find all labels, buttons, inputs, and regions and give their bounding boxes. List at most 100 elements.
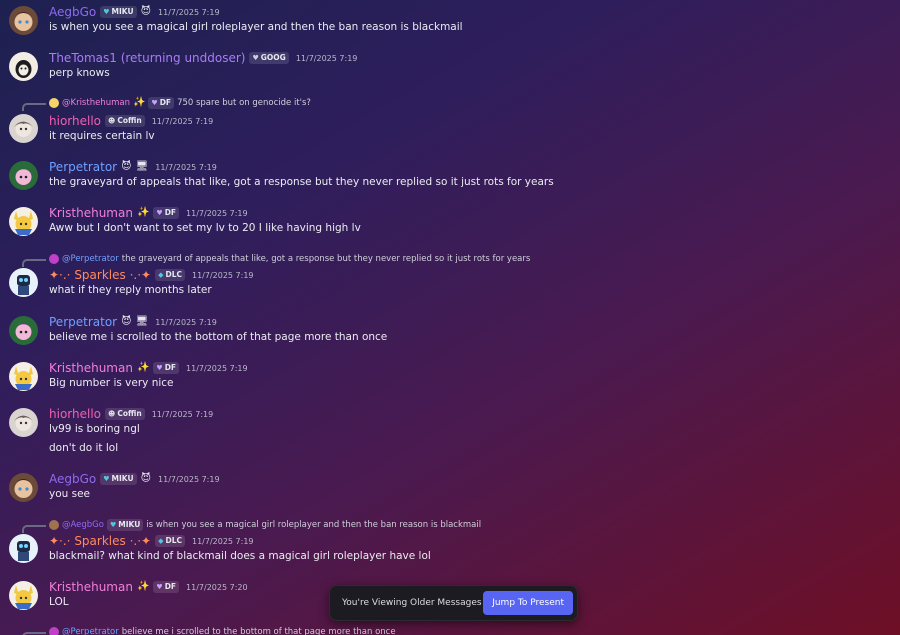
username[interactable]: Perpetrator [49,314,117,330]
message-text: what if they reply months later [49,284,212,296]
message-list: AegbGo ♥ MIKU 😈 11/7/2025 7:19 is when yo… [0,0,900,635]
avatar[interactable] [9,408,38,437]
avatar[interactable] [9,362,38,391]
jump-to-present-button[interactable]: Jump To Present [483,591,573,615]
avatar[interactable] [9,268,38,297]
message-item: hiorhello ☻ Coffin 11/7/2025 7:19 lv99 is… [0,402,900,460]
reply-text: the graveyard of appeals that like, got … [121,254,531,264]
reply-avatar [49,520,59,530]
sparkles-icon: ✨ [136,207,150,218]
heart-icon: ♥ [109,521,117,529]
timestamp[interactable]: 11/7/2025 7:19 [192,537,254,546]
username[interactable]: TheTomas1 (returning unddoser) [49,50,245,66]
sparkles-icon: ✨ [136,581,150,592]
guild-tag-badge[interactable]: ◆ DLC [155,269,185,281]
message-text: believe me i scrolled to the bottom of t… [49,331,388,343]
timestamp[interactable]: 11/7/2025 7:19 [155,163,217,172]
message-item: @Kristhehuman ✨ ♥ DF 750 spare but on gen… [0,95,900,149]
guild-tag-badge: ♥ MIKU [106,519,144,531]
message-item: Perpetrator 😈 🖥 11/7/2025 7:19 believe m… [0,310,900,350]
message-text: don't do it lol [49,442,119,454]
reply-username[interactable]: @Kristhehuman [62,98,130,108]
message-item: AegbGo ♥ MIKU 😈 11/7/2025 7:19 you see [0,467,900,507]
timestamp[interactable]: 11/7/2025 7:19 [158,475,220,484]
imp-icon: 😈 [121,161,132,172]
reply-preview[interactable]: @Perpetrator the graveyard of appeals th… [49,252,530,266]
username[interactable]: hiorhello [49,406,101,422]
imp-icon: 😈 [121,316,132,327]
timestamp[interactable]: 11/7/2025 7:19 [152,117,214,126]
heart-icon: ♥ [151,99,158,107]
message-text: it requires certain lv [49,130,155,142]
reply-preview[interactable]: @Perpetrator believe me i scrolled to th… [49,625,396,635]
timestamp[interactable]: 11/7/2025 7:19 [192,271,254,280]
timestamp[interactable]: 11/7/2025 7:19 [155,318,217,327]
message-text: LOL [49,596,69,608]
computer-icon: 🖥 [135,161,149,172]
heart-icon: ♥ [252,54,259,62]
reply-preview[interactable]: @Kristhehuman ✨ ♥ DF 750 spare but on gen… [49,96,311,110]
reply-username[interactable]: @Perpetrator [62,627,119,635]
avatar[interactable] [9,161,38,190]
guild-tag-badge[interactable]: ☻ Coffin [105,408,145,420]
guild-tag-badge[interactable]: ♥ MIKU [100,473,137,485]
username[interactable]: Kristhehuman [49,205,133,221]
guild-tag-badge[interactable]: ♥ DF [153,207,180,219]
avatar[interactable] [9,581,38,610]
message-item: @Perpetrator the graveyard of appeals th… [0,251,900,305]
reply-username[interactable]: @Perpetrator [62,254,119,264]
reply-username[interactable]: @AegbGo [62,520,104,530]
avatar[interactable] [9,316,38,345]
heart-icon: ♥ [103,475,110,483]
reply-avatar [49,627,59,635]
timestamp[interactable]: 11/7/2025 7:19 [186,209,248,218]
username[interactable]: Kristhehuman [49,579,133,595]
timestamp[interactable]: 11/7/2025 7:19 [152,410,214,419]
reply-connector [22,103,46,111]
username[interactable]: Perpetrator [49,159,117,175]
timestamp[interactable]: 11/7/2025 7:20 [186,583,248,592]
timestamp[interactable]: 11/7/2025 7:19 [186,364,248,373]
reply-avatar [49,254,59,264]
reply-connector [22,525,46,533]
skull-icon: ☻ [108,410,116,418]
username[interactable]: hiorhello [49,113,101,129]
username[interactable]: AegbGo [49,471,96,487]
guild-tag-badge[interactable]: ◆ DLC [155,535,185,547]
avatar[interactable] [9,52,38,81]
sparkles-icon: ✨ [136,362,150,373]
guild-tag-badge[interactable]: ♥ DF [153,362,180,374]
avatar[interactable] [9,473,38,502]
username[interactable]: ✦⋅.⋅ Sparkles ⋅.⋅✦ [49,533,151,549]
avatar[interactable] [9,6,38,35]
avatar[interactable] [9,114,38,143]
guild-tag-badge[interactable]: ♥ MIKU [100,6,137,18]
message-text: perp knows [49,67,110,79]
gem-icon: ◆ [158,271,164,279]
avatar[interactable] [9,534,38,563]
guild-tag-badge[interactable]: ♥ GOOG [249,52,289,64]
username[interactable]: Kristhehuman [49,360,133,376]
message-item: AegbGo ♥ MIKU 😈 11/7/2025 7:19 is when yo… [0,0,900,40]
reply-text: believe me i scrolled to the bottom of t… [121,627,396,635]
reply-preview[interactable]: @AegbGo ♥ MIKU is when you see a magical … [49,518,481,532]
message-item: TheTomas1 (returning unddoser) ♥ GOOG 11/… [0,46,900,86]
message-text: lv99 is boring ngl [49,423,140,435]
heart-icon: ♥ [156,364,163,372]
message-text: you see [49,488,91,500]
avatar[interactable] [9,207,38,236]
message-text: the graveyard of appeals that like, got … [49,176,554,188]
guild-tag-badge[interactable]: ♥ DF [153,581,180,593]
reply-text: 750 spare but on genocide it's? [177,98,311,108]
timestamp[interactable]: 11/7/2025 7:19 [158,8,220,17]
guild-tag-badge[interactable]: ☻ Coffin [105,115,145,127]
reply-avatar [49,98,59,108]
message-item: Perpetrator 😈 🖥 11/7/2025 7:19 the grave… [0,155,900,195]
message-text: blackmail? what kind of blackmail does a… [49,550,431,562]
older-messages-label: You're Viewing Older Messages [342,598,482,608]
username[interactable]: ✦⋅.⋅ Sparkles ⋅.⋅✦ [49,267,151,283]
username[interactable]: AegbGo [49,4,96,20]
message-item: @Perpetrator believe me i scrolled to th… [0,624,900,635]
timestamp[interactable]: 11/7/2025 7:19 [296,54,358,63]
message-item: @AegbGo ♥ MIKU is when you see a magical … [0,517,900,571]
